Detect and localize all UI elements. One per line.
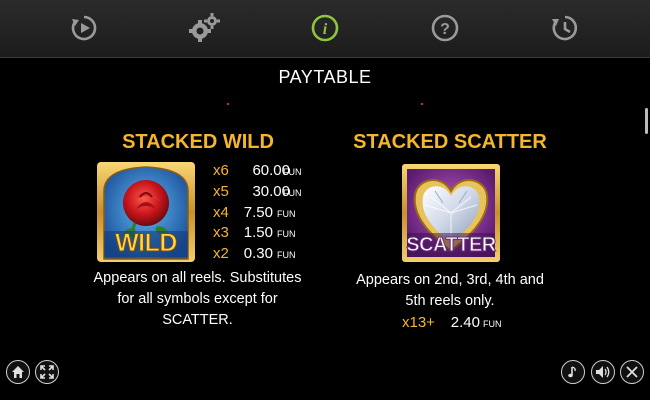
home-button[interactable] <box>6 360 30 384</box>
close-button[interactable] <box>620 360 644 384</box>
sound-icon <box>596 366 610 378</box>
scatter-symbol: SCATTER <box>401 163 501 263</box>
wild-symbol: WILD <box>96 161 196 263</box>
separator-dot <box>421 103 423 105</box>
help-icon[interactable]: ? <box>428 11 462 45</box>
wild-symbol-label: WILD <box>115 229 178 258</box>
svg-text:i: i <box>323 21 328 38</box>
music-icon <box>568 366 576 378</box>
home-icon <box>12 366 24 378</box>
top-nav-bar: i ? <box>0 0 650 58</box>
scatter-description: Appears on 2nd, 3rd, 4th and 5th reels o… <box>356 272 544 309</box>
svg-text:?: ? <box>440 21 450 38</box>
sound-button[interactable] <box>591 360 615 384</box>
autoplay-icon[interactable] <box>67 11 101 45</box>
music-button[interactable] <box>561 360 585 384</box>
wild-heading: STACKED WILD <box>122 131 274 153</box>
history-icon[interactable] <box>548 11 582 45</box>
fullscreen-button[interactable] <box>35 360 59 384</box>
scrollbar[interactable] <box>645 108 648 134</box>
close-icon <box>626 366 638 378</box>
scatter-symbol-label: SCATTER <box>406 234 497 257</box>
wild-description: Appears on all reels. Substitutes for al… <box>93 270 302 328</box>
info-icon[interactable]: i <box>308 11 342 45</box>
scatter-heading: STACKED SCATTER <box>353 131 547 153</box>
fullscreen-icon <box>40 365 54 379</box>
settings-icon[interactable] <box>187 11 221 45</box>
separator-dot <box>227 103 229 105</box>
page-title: PAYTABLE <box>278 67 372 87</box>
